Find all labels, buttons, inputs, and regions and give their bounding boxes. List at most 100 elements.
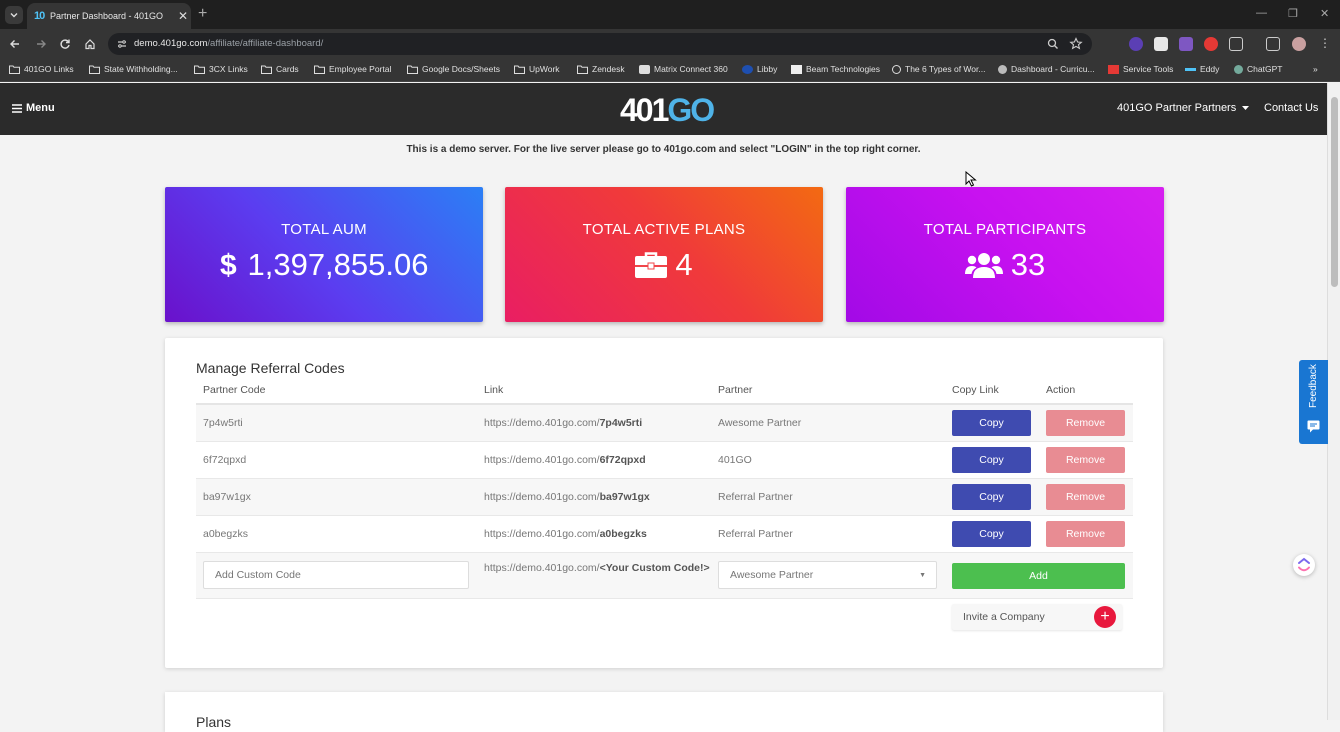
stat-value-row: 33: [846, 247, 1164, 283]
tab-title: Partner Dashboard - 401GO: [50, 11, 164, 21]
table-row: a0begzks https://demo.401go.com/a0begzks…: [196, 516, 1133, 553]
folder-icon: [9, 65, 20, 74]
panel-title: Manage Referral Codes: [196, 360, 345, 376]
partner-name: Referral Partner: [718, 528, 793, 540]
total-participants-card: TOTAL PARTICIPANTS 33: [846, 187, 1164, 322]
custom-link-preview: https://demo.401go.com/<Your Custom Code…: [484, 562, 710, 574]
bookmark-folder[interactable]: Cards: [261, 64, 299, 74]
browser-tab-active[interactable]: 10 Partner Dashboard - 401GO ✕: [27, 3, 191, 29]
bookmark-link[interactable]: Beam Technologies: [791, 64, 880, 74]
referral-codes-panel: Manage Referral Codes Partner Code Link …: [165, 338, 1163, 668]
bookmark-link[interactable]: Dashboard - Curricu...: [998, 64, 1095, 74]
folder-icon: [261, 65, 272, 74]
remove-button[interactable]: Remove: [1046, 521, 1125, 547]
page-scrollbar[interactable]: [1327, 83, 1340, 720]
remove-button[interactable]: Remove: [1046, 410, 1125, 436]
add-code-button[interactable]: Add: [952, 563, 1125, 589]
extensions-puzzle-icon[interactable]: [1229, 37, 1243, 51]
bookmark-folder[interactable]: Zendesk: [577, 64, 625, 74]
custom-code-input[interactable]: [203, 561, 469, 589]
url-text: demo.401go.com/affiliate/affiliate-dashb…: [134, 38, 324, 49]
site-info-icon[interactable]: [116, 38, 128, 50]
invite-company-label: Invite a Company: [963, 611, 1045, 623]
stat-value-row: $ 1,397,855.06: [165, 247, 483, 283]
bookmark-folder[interactable]: UpWork: [514, 64, 560, 74]
copy-link-button[interactable]: Copy: [952, 484, 1031, 510]
bookmark-link[interactable]: The 6 Types of Wor...: [892, 64, 985, 74]
side-panel-icon[interactable]: [1266, 37, 1280, 51]
reload-icon[interactable]: [57, 36, 73, 52]
column-header: Copy Link: [952, 384, 999, 396]
bookmark-link[interactable]: Libby: [742, 64, 777, 74]
eddy-icon: [1185, 67, 1196, 71]
remove-button[interactable]: Remove: [1046, 447, 1125, 473]
restore-icon[interactable]: ❐: [1288, 7, 1298, 20]
scrollbar-thumb[interactable]: [1331, 97, 1338, 287]
tab-close-icon[interactable]: ✕: [175, 9, 191, 23]
bookmark-folder[interactable]: Google Docs/Sheets: [407, 64, 500, 74]
remove-button[interactable]: Remove: [1046, 484, 1125, 510]
clickup-widget-button[interactable]: [1293, 554, 1315, 576]
extension-icon[interactable]: [1154, 37, 1168, 51]
logo[interactable]: 401GO: [620, 92, 715, 129]
menu-button[interactable]: Menu: [12, 102, 55, 114]
clickup-icon: [1298, 557, 1310, 572]
invite-company-button[interactable]: Invite a Company +: [952, 604, 1122, 630]
beam-icon: [791, 64, 802, 74]
home-icon[interactable]: [82, 36, 98, 52]
partner-code: 6f72qpxd: [203, 454, 247, 466]
extension-icon[interactable]: [1129, 37, 1143, 51]
column-header: Link: [484, 384, 504, 396]
bookmark-star-icon[interactable]: [1069, 37, 1083, 51]
referral-link: https://demo.401go.com/ba97w1gx: [484, 491, 650, 503]
plans-panel: Plans: [165, 692, 1163, 732]
hamburger-icon: [12, 103, 22, 113]
table-row: ba97w1gx https://demo.401go.com/ba97w1gx…: [196, 479, 1133, 516]
zoom-icon[interactable]: [1046, 37, 1060, 51]
folder-icon: [89, 65, 100, 74]
stat-label: TOTAL PARTICIPANTS: [923, 221, 1087, 238]
panel-title: Plans: [196, 714, 232, 730]
chevron-down-icon: [10, 13, 18, 18]
bookmark-folder[interactable]: 401GO Links: [9, 64, 74, 74]
bookmark-folder[interactable]: 3CX Links: [194, 64, 248, 74]
plus-icon[interactable]: +: [1094, 606, 1116, 628]
extension-icon[interactable]: [1179, 37, 1193, 51]
stat-value-row: 4: [505, 247, 823, 283]
stat-label: TOTAL AUM: [281, 221, 367, 238]
partner-select[interactable]: Awesome Partner ▼: [718, 561, 937, 589]
svg-text:$: $: [220, 250, 237, 280]
address-bar[interactable]: demo.401go.com/affiliate/affiliate-dashb…: [108, 33, 1092, 55]
forward-icon[interactable]: [33, 36, 49, 52]
bookmark-folder[interactable]: Employee Portal: [314, 64, 391, 74]
bookmark-link[interactable]: Eddy: [1185, 64, 1219, 74]
new-tab-icon[interactable]: +: [198, 6, 207, 22]
copy-link-button[interactable]: Copy: [952, 521, 1031, 547]
bookmark-folder[interactable]: State Withholding...: [89, 64, 178, 74]
logo-part-1: 401: [620, 92, 669, 128]
libby-icon: [742, 64, 753, 74]
profile-avatar[interactable]: [1292, 37, 1306, 51]
bookmarks-overflow-icon[interactable]: »: [1313, 64, 1318, 74]
copy-link-button[interactable]: Copy: [952, 410, 1031, 436]
folder-icon: [407, 65, 418, 74]
tab-list-button[interactable]: [5, 6, 23, 24]
bookmark-link[interactable]: Service Tools: [1108, 64, 1173, 74]
bookmark-link[interactable]: Matrix Connect 360: [639, 64, 728, 74]
partner-dropdown[interactable]: 401GO Partner Partners: [1117, 102, 1250, 114]
partner-code: ba97w1gx: [203, 491, 251, 503]
tab-favicon: 10: [34, 10, 45, 22]
bookmarks-bar: 401GO Links State Withholding... 3CX Lin…: [0, 59, 1340, 82]
copy-link-button[interactable]: Copy: [952, 447, 1031, 473]
close-window-icon[interactable]: ✕: [1320, 7, 1329, 20]
table-row: 7p4w5rti https://demo.401go.com/7p4w5rti…: [196, 405, 1133, 442]
browser-menu-icon[interactable]: ⋮: [1318, 37, 1332, 51]
extension-icon[interactable]: [1204, 37, 1218, 51]
back-icon[interactable]: [7, 36, 23, 52]
feedback-tab[interactable]: Feedback: [1299, 360, 1328, 444]
column-header: Partner Code: [203, 384, 266, 396]
contact-us-link[interactable]: Contact Us: [1264, 102, 1318, 114]
minimize-icon[interactable]: —: [1256, 7, 1267, 19]
bookmark-link[interactable]: ChatGPT: [1234, 64, 1282, 74]
dashboard-icon: [998, 64, 1007, 74]
